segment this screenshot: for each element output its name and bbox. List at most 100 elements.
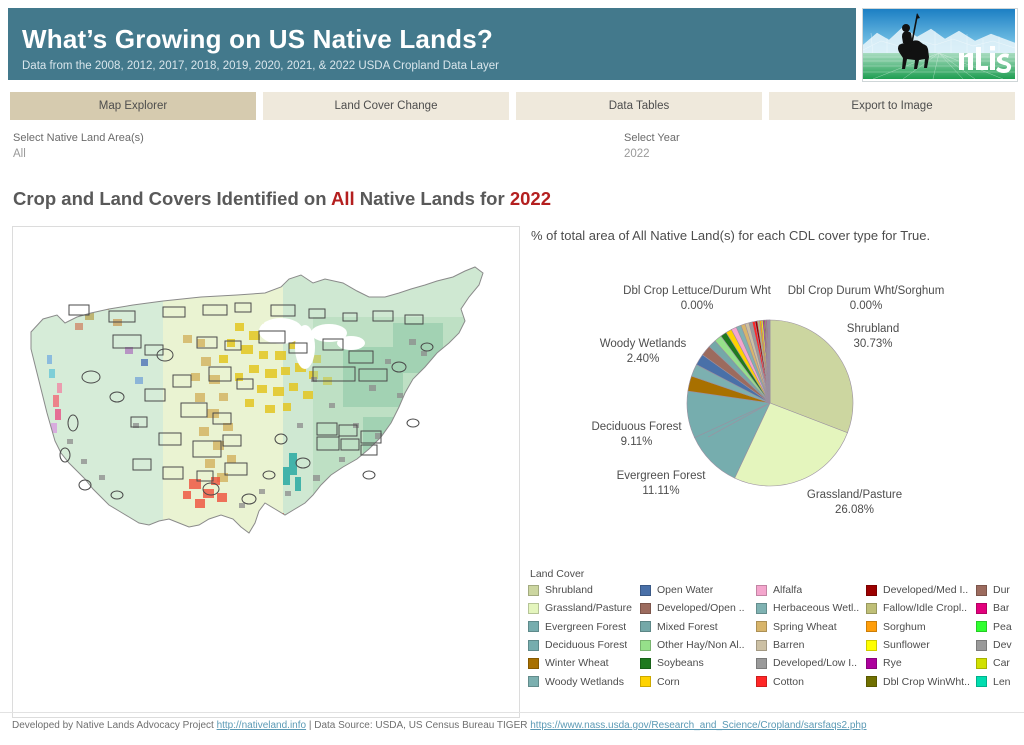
legend-column: Developed/Med I.. Fallow/Idle Cropl.. Sorg…	[866, 581, 976, 691]
section-title-highlight-year: 2022	[509, 188, 551, 209]
year-filter-value[interactable]: 2022	[624, 148, 650, 160]
legend-swatch	[976, 657, 987, 669]
legend-label: Alfalfa	[773, 584, 803, 597]
legend-item[interactable]: Soybeans	[640, 654, 756, 672]
pie-chart-caption: % of total area of All Native Land(s) fo…	[531, 228, 931, 243]
legend-item[interactable]: Cotton	[756, 672, 866, 690]
pie-label-evergreen-forest: Evergreen Forest 11.11%	[600, 469, 722, 499]
pie-label-dbl-crop-durum-wht-sorghum: Dbl Crop Durum Wht/Sorghum 0.00%	[780, 284, 952, 314]
tab-data-tables[interactable]: Data Tables	[516, 92, 762, 120]
page-subtitle: Data from the 2008, 2012, 2017, 2018, 20…	[22, 60, 499, 72]
pie-label-value: 0.00%	[680, 300, 714, 312]
legend-item[interactable]: Deciduous Forest	[528, 636, 640, 654]
legend-item[interactable]: Pea	[976, 618, 1024, 636]
legend-item[interactable]: Evergreen Forest	[528, 618, 640, 636]
legend-item[interactable]: Open Water	[640, 581, 756, 599]
legend-item[interactable]: Len	[976, 672, 1024, 690]
legend-item[interactable]: Sorghum	[866, 618, 976, 636]
legend-item[interactable]: Dbl Crop WinWht..	[866, 672, 976, 690]
legend-column: Alfalfa Herbaceous Wetl.. Spring Wheat Barr…	[756, 581, 866, 691]
legend-swatch	[866, 639, 877, 651]
legend-item[interactable]: Mixed Forest	[640, 618, 756, 636]
legend-label: Len	[993, 675, 1011, 688]
legend-label: Grassland/Pasture	[545, 602, 632, 615]
legend-column: Open Water Developed/Open .. Mixed Forest O…	[640, 581, 756, 691]
pie-label-name: Dbl Crop Durum Wht/Sorghum	[787, 285, 945, 297]
legend-label: Mixed Forest	[657, 620, 718, 633]
pie-label-name: Evergreen Forest	[616, 470, 706, 482]
legend-item[interactable]: Spring Wheat	[756, 618, 866, 636]
legend-label: Open Water	[657, 584, 714, 597]
legend-item[interactable]: Dur	[976, 581, 1024, 599]
pie-label-woody-wetlands: Woody Wetlands 2.40%	[587, 337, 699, 367]
legend-swatch	[756, 657, 767, 669]
map-panel[interactable]	[12, 226, 520, 718]
pie-label-deciduous-forest: Deciduous Forest 9.11%	[578, 420, 695, 450]
legend-item[interactable]: Sunflower	[866, 636, 976, 654]
tab-map-explorer[interactable]: Map Explorer	[10, 92, 256, 120]
legend-title: Land Cover	[530, 568, 585, 580]
footer: Developed by Native Lands Advocacy Proje…	[12, 720, 1024, 731]
legend-label: Shrubland	[545, 584, 593, 597]
nlis-logo-graphic	[863, 9, 1015, 79]
legend-label: Dev	[993, 639, 1012, 652]
legend-item[interactable]: Developed/Open ..	[640, 599, 756, 617]
nlis-logo	[862, 8, 1018, 82]
tab-land-cover-change[interactable]: Land Cover Change	[263, 92, 509, 120]
legend-item[interactable]: Developed/Med I..	[866, 581, 976, 599]
footer-text-1: Developed by Native Lands Advocacy Proje…	[12, 720, 217, 731]
legend-swatch	[528, 621, 539, 633]
pie-label-value: 9.11%	[620, 436, 653, 448]
legend-swatch	[976, 639, 987, 651]
legend-item[interactable]: Dev	[976, 636, 1024, 654]
legend-item[interactable]: Grassland/Pasture	[528, 599, 640, 617]
legend-item[interactable]: Woody Wetlands	[528, 672, 640, 690]
legend-item[interactable]: Herbaceous Wetl..	[756, 599, 866, 617]
legend-item[interactable]: Fallow/Idle Cropl..	[866, 599, 976, 617]
legend-swatch	[976, 602, 987, 614]
us-native-lands-map[interactable]	[13, 227, 517, 715]
legend-item[interactable]: Barren	[756, 636, 866, 654]
pie-label-name: Woody Wetlands	[599, 338, 687, 350]
legend-swatch	[640, 657, 651, 669]
legend-item[interactable]: Developed/Low I..	[756, 654, 866, 672]
legend-item[interactable]: Bar	[976, 599, 1024, 617]
legend-item[interactable]: Shrubland	[528, 581, 640, 599]
footer-link-nativeland[interactable]: http://nativeland.info	[217, 720, 307, 731]
legend-label: Developed/Open ..	[657, 602, 745, 615]
legend-swatch	[976, 621, 987, 633]
legend-swatch	[866, 584, 877, 596]
legend-label: Dur	[993, 584, 1010, 597]
legend-item[interactable]: Corn	[640, 672, 756, 690]
legend-label: Pea	[993, 620, 1012, 633]
year-filter-label: Select Year	[624, 132, 680, 144]
legend-label: Rye	[883, 657, 902, 670]
tab-export-to-image[interactable]: Export to Image	[769, 92, 1015, 120]
pie-label-name: Grassland/Pasture	[806, 489, 903, 501]
legend-item[interactable]: Winter Wheat	[528, 654, 640, 672]
legend-item[interactable]: Other Hay/Non Al..	[640, 636, 756, 654]
legend-label: Sorghum	[883, 620, 926, 633]
pie-label-value: 11.11%	[642, 485, 680, 497]
native-land-filter-value[interactable]: All	[13, 148, 26, 160]
footer-link-usda[interactable]: https://www.nass.usda.gov/Research_and_S…	[530, 720, 866, 731]
legend-label: Winter Wheat	[545, 657, 609, 670]
legend-label: Fallow/Idle Cropl..	[883, 602, 968, 615]
pie-label-value: 2.40%	[626, 353, 660, 365]
legend-item[interactable]: Alfalfa	[756, 581, 866, 599]
legend-label: Other Hay/Non Al..	[657, 639, 745, 652]
legend-column: Shrubland Grassland/Pasture Evergreen Fore…	[528, 581, 640, 691]
legend-item[interactable]: Rye	[866, 654, 976, 672]
legend-swatch	[528, 602, 539, 614]
pie-label-value: 0.00%	[849, 300, 883, 312]
legend-swatch	[528, 676, 539, 688]
legend-swatch	[756, 584, 767, 596]
legend-item[interactable]: Car	[976, 654, 1024, 672]
section-title: Crop and Land Covers Identified on All N…	[13, 188, 551, 210]
legend-label: Soybeans	[657, 657, 704, 670]
legend-swatch	[528, 639, 539, 651]
footer-text-2: | Data Source: USDA, US Census Bureau TI…	[306, 720, 531, 731]
legend-label: Evergreen Forest	[545, 620, 627, 633]
legend-swatch	[866, 602, 877, 614]
legend-swatch	[756, 621, 767, 633]
